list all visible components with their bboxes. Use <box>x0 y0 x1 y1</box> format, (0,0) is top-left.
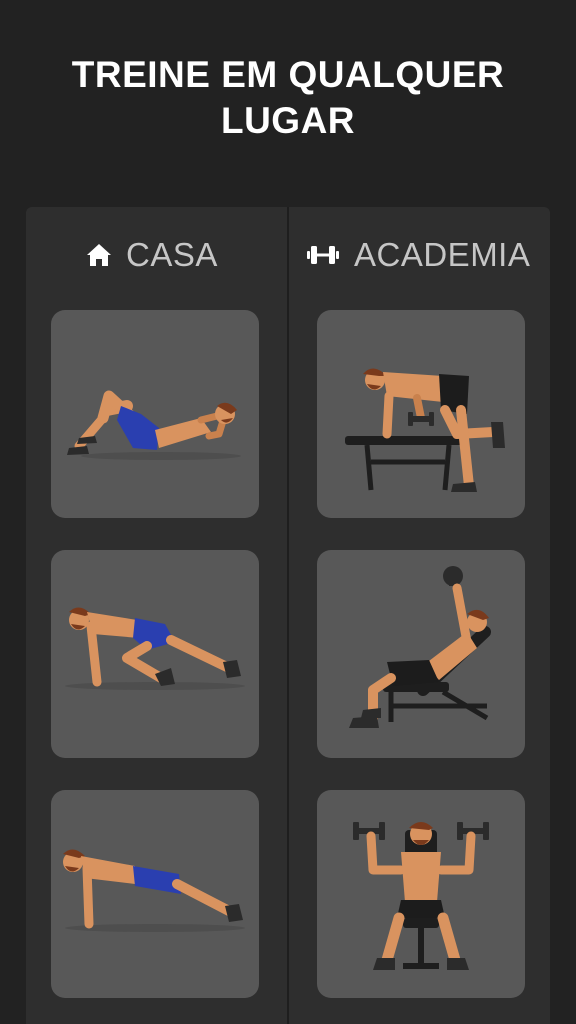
exercise-card-incline-press[interactable] <box>317 550 525 758</box>
crunch-exercise-illustration <box>67 390 241 460</box>
onboarding-screen: TREINE EM QUALQUER LUGAR CASA ACADEMIA <box>0 0 576 1024</box>
page-title-line-2: LUGAR <box>220 100 356 141</box>
workout-location-panel: CASA ACADEMIA <box>26 207 550 1024</box>
plank-exercise-illustration <box>63 849 245 932</box>
exercise-card-plank[interactable] <box>51 790 259 998</box>
dumbbell-shoulder-press-exercise-illustration <box>353 822 489 970</box>
column-header-academia[interactable]: ACADEMIA <box>306 235 530 275</box>
page-title: TREINE EM QUALQUER LUGAR <box>0 52 576 144</box>
home-icon <box>86 242 112 268</box>
dumbbell-row-exercise-illustration <box>345 368 505 492</box>
column-header-casa[interactable]: CASA <box>86 235 218 275</box>
exercise-card-shoulder-press[interactable] <box>317 790 525 998</box>
incline-dumbbell-press-exercise-illustration <box>349 566 491 728</box>
exercise-card-dumbbell-row[interactable] <box>317 310 525 518</box>
column-header-academia-label: ACADEMIA <box>354 236 531 273</box>
page-title-line-1: TREINE EM QUALQUER <box>71 54 505 95</box>
exercise-card-crunch[interactable] <box>51 310 259 518</box>
column-divider <box>287 207 289 1024</box>
exercise-card-mountain-climber[interactable] <box>51 550 259 758</box>
mountain-climber-exercise-illustration <box>65 607 245 690</box>
column-header-casa-label: CASA <box>126 236 218 273</box>
dumbbell-icon <box>306 243 340 267</box>
